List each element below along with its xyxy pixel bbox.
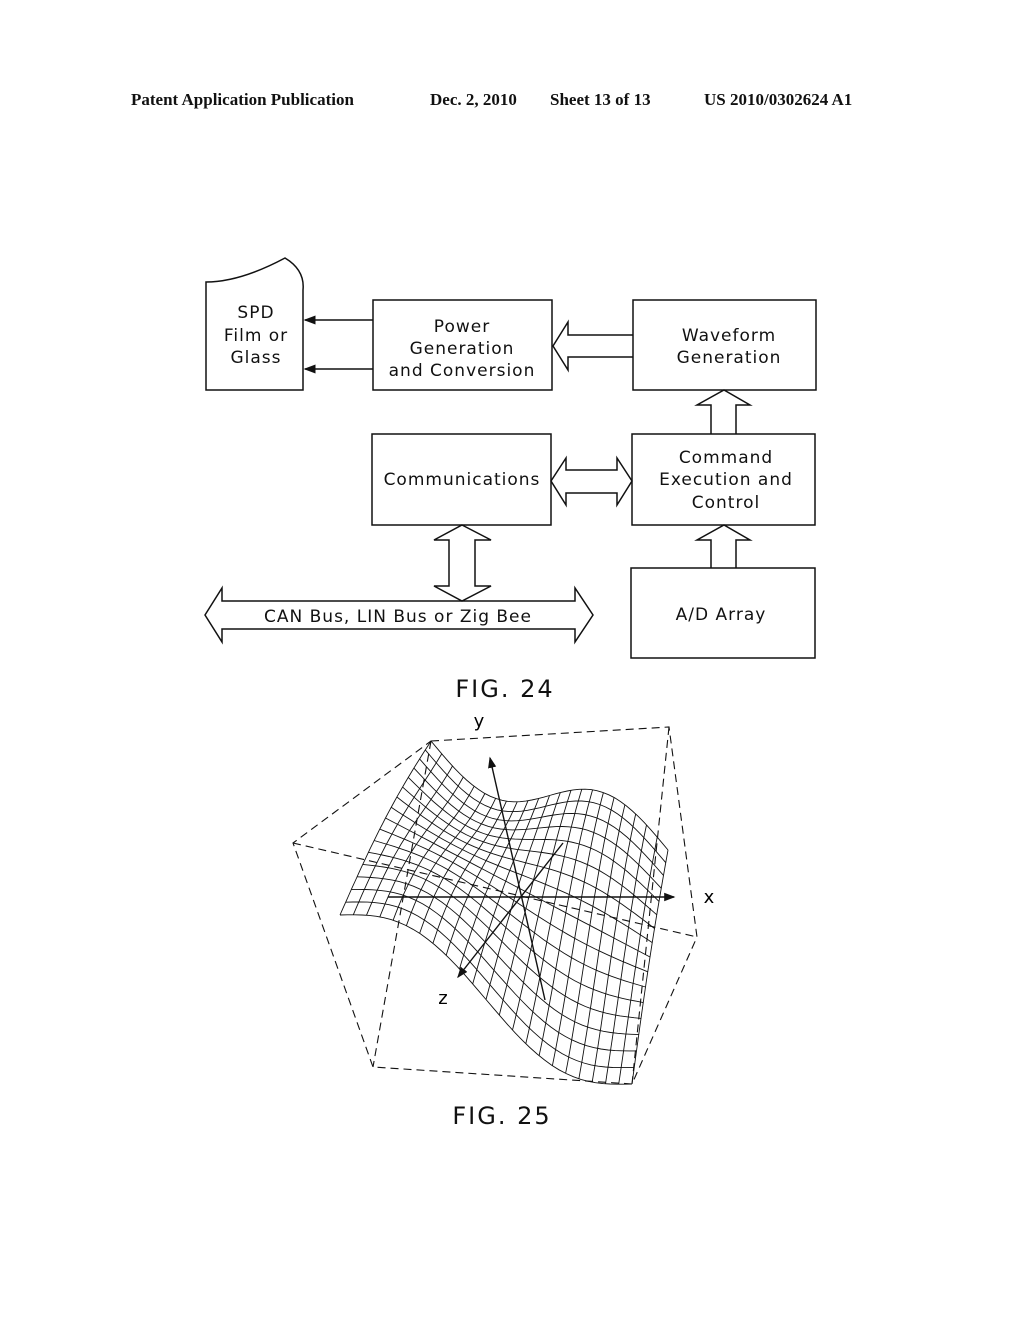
mesh-line [352, 753, 443, 915]
mesh-line [392, 786, 475, 921]
mesh-line [430, 740, 669, 851]
ad-to-command-arrow [694, 524, 753, 568]
spd-line-3: Glass [230, 348, 281, 368]
surface-mesh [339, 740, 669, 1085]
comm-command-double-arrow [550, 455, 633, 508]
command-line-3: Control [692, 493, 760, 513]
communications-label: Communications [384, 470, 541, 490]
mesh-line [357, 876, 639, 1036]
comm-bus-double-arrow [433, 524, 492, 602]
y-axis-label: y [474, 711, 485, 732]
mesh-line [413, 767, 662, 889]
command-line-1: Command [679, 448, 773, 468]
mesh-line [339, 740, 432, 916]
mesh-line [424, 749, 667, 863]
mesh-line [419, 798, 497, 934]
mesh-line [591, 813, 637, 1083]
power-line-2: Generation [410, 339, 515, 359]
mesh-line [498, 792, 561, 1016]
figure-canvas: SPD Film or Glass Power Generation and C… [204, 257, 817, 1130]
waveform-to-power-arrow [552, 319, 633, 373]
mesh-line [379, 828, 648, 973]
spd-block [205, 257, 304, 391]
spd-line-1: SPD [237, 303, 274, 323]
y-axis [488, 756, 546, 1001]
mesh-line [366, 765, 453, 916]
x-axis-label: x [704, 887, 715, 908]
power-line-3: and Conversion [389, 361, 536, 381]
ad-array-label: A/D Array [676, 605, 767, 625]
fig24-label: FIG. 24 [455, 675, 554, 703]
mesh-line [407, 777, 660, 902]
z-axis [457, 842, 564, 979]
power-line-1: Power [434, 317, 490, 337]
fig25-label: FIG. 25 [452, 1102, 551, 1130]
command-line-2: Execution and [659, 470, 793, 490]
spd-line-2: Film or [224, 326, 288, 346]
z-axis-label: z [438, 988, 447, 1009]
fig25-surface-plot [292, 726, 698, 1085]
waveform-line-2: Generation [677, 348, 782, 368]
bus-label: CAN Bus, LIN Bus or Zig Bee [264, 607, 532, 627]
mesh-line [631, 849, 669, 1085]
waveform-line-1: Waveform [682, 326, 776, 346]
command-to-waveform-arrow [694, 389, 753, 434]
fig24-diagram: SPD Film or Glass Power Generation and C… [204, 257, 817, 659]
mesh-line [390, 806, 653, 943]
